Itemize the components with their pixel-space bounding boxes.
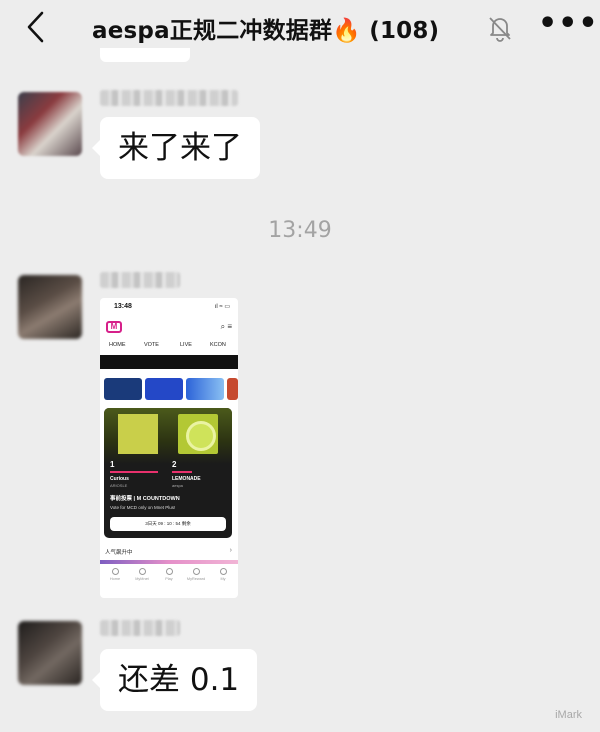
shared-image[interactable]: 13:48 ıl ≈ ▭ M ⌕ ≡ HOME VOTE LIVE KCON 1…	[100, 298, 238, 598]
tab-mymnet: MyMnet	[129, 568, 155, 581]
tab-label: Home	[109, 577, 121, 581]
nav-vote: VOTE	[144, 342, 159, 348]
event-tiles	[104, 378, 238, 400]
bell-slash-icon	[489, 17, 511, 42]
avatar[interactable]	[18, 621, 82, 685]
avatar[interactable]	[18, 92, 82, 156]
message-text: 来了来了	[118, 130, 242, 166]
mnet-logo: M	[106, 321, 122, 333]
rank-number: 1	[110, 460, 115, 469]
reward-icon	[192, 568, 200, 575]
vote-countdown-button: 3日天 09 : 10 : 54 剩余	[110, 517, 226, 531]
section-label: 人气飙升中	[105, 550, 133, 556]
vote-subtitle: Vote for MCD only on Mnet Plus!	[110, 505, 176, 510]
app-tabbar: Home MyMnet Play MyReward My	[100, 566, 238, 598]
vote-title: 事前投票 | M COUNTDOWN	[110, 496, 180, 502]
vote-bar	[110, 471, 158, 473]
vote-bar	[172, 471, 192, 473]
artist-name: ARIOSLE	[110, 483, 128, 488]
tab-play: Play	[156, 568, 182, 581]
chat-title: aespa正规二冲数据群🔥 (108)	[92, 18, 440, 44]
chevron-left-icon[interactable]	[22, 10, 52, 44]
nav-home: HOME	[109, 342, 126, 348]
rank-number: 2	[172, 460, 177, 469]
mymnet-icon	[138, 568, 146, 575]
watermark: iMark	[555, 709, 582, 721]
more-dots-icon[interactable]: •••	[538, 9, 598, 40]
chart-card: 1 Curious ARIOSLE 2 LEMONADE aespa 事前投票 …	[104, 408, 232, 538]
album-cover	[118, 414, 158, 454]
sender-name-blurred	[100, 90, 238, 106]
tab-label: My	[220, 577, 226, 581]
event-tile	[104, 378, 142, 400]
toolbar-icons: ⌕ ≡	[220, 322, 232, 331]
nav-live: LIVE	[180, 342, 192, 348]
message-timestamp: 13:49	[268, 218, 332, 243]
banner-strip	[100, 355, 238, 369]
sender-name-blurred	[100, 620, 180, 636]
nav-kcon: KCON	[210, 342, 226, 348]
profile-icon	[219, 568, 227, 575]
tab-label: MyReward	[186, 577, 206, 581]
event-tile	[145, 378, 183, 400]
tab-myreward: MyReward	[183, 568, 209, 581]
status-icons: ıl ≈ ▭	[214, 304, 230, 310]
album-cover	[178, 414, 218, 454]
song-title: LEMONADE	[172, 476, 201, 482]
message-bubble[interactable]: 还差 0.1	[91, 649, 258, 711]
home-icon	[111, 568, 119, 575]
artist-name: aespa	[172, 483, 183, 488]
song-title: Curious	[110, 476, 129, 482]
avatar[interactable]	[18, 275, 82, 339]
app-nav: HOME VOTE LIVE KCON	[100, 342, 238, 354]
tab-home: Home	[102, 568, 128, 581]
chevron-right-icon: ›	[229, 547, 232, 554]
status-time: 13:48	[114, 303, 132, 310]
sender-name-blurred	[100, 272, 180, 288]
message-text: 还差 0.1	[118, 662, 240, 698]
tab-label: Play	[165, 577, 173, 581]
play-icon	[165, 568, 173, 575]
chat-header: aespa正规二冲数据群🔥 (108) •••	[0, 0, 600, 56]
event-tile	[227, 378, 238, 400]
message-bubble[interactable]: 来了来了	[92, 117, 260, 179]
previous-message-peek	[100, 48, 190, 62]
tab-label: MyMnet	[135, 577, 149, 581]
promo-strip	[100, 560, 238, 564]
event-tile	[186, 378, 224, 400]
tab-my: My	[210, 568, 236, 581]
